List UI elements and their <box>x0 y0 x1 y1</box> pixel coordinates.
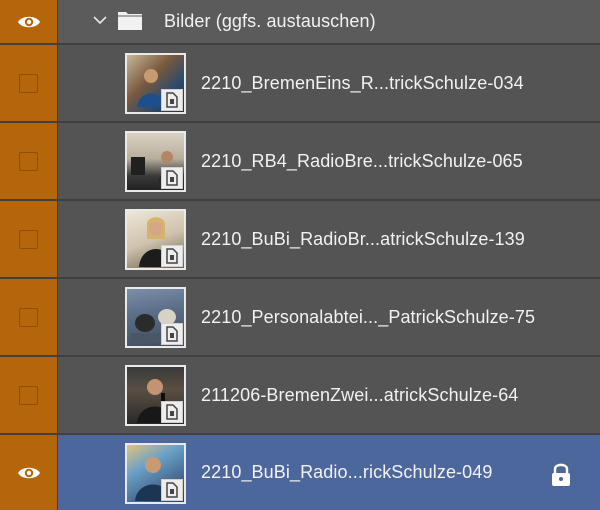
layer-name: 211206-BremenZwei...atrickSchulze-64 <box>201 384 519 405</box>
visibility-box-empty <box>19 307 38 327</box>
layer-row[interactable]: 211206-BremenZwei...atrickSchulze-64 <box>0 357 600 435</box>
visibility-box-empty <box>19 229 38 249</box>
layer-row[interactable]: 2210_BuBi_RadioBr...atrickSchulze-139 <box>0 201 600 279</box>
smart-object-icon <box>161 323 183 345</box>
lock-icon[interactable] <box>549 462 573 488</box>
layer-row[interactable]: 2210_Personalabtei..._PatrickSchulze-75 <box>0 279 600 357</box>
layer-row[interactable]: 2210_RB4_RadioBre...trickSchulze-065 <box>0 123 600 201</box>
layer-name: 2210_BuBi_RadioBr...atrickSchulze-139 <box>201 228 525 249</box>
layer-visibility-toggle[interactable] <box>0 123 58 199</box>
layer-visibility-toggle[interactable] <box>0 435 58 510</box>
smart-object-icon <box>161 245 183 267</box>
visibility-box-empty <box>19 151 38 171</box>
visibility-box-empty <box>19 385 38 405</box>
layer-thumbnail <box>125 365 186 426</box>
smart-object-icon <box>161 167 183 189</box>
layers-panel: Bilder (ggfs. austauschen) 2210_BremenEi… <box>0 0 600 510</box>
group-name: Bilder (ggfs. austauschen) <box>164 11 376 31</box>
layer-visibility-toggle[interactable] <box>0 45 58 121</box>
layer-visibility-toggle[interactable] <box>0 357 58 433</box>
layer-name: 2210_BremenEins_R...trickSchulze-034 <box>201 72 524 93</box>
chevron-down-icon[interactable] <box>92 12 108 28</box>
layer-row[interactable]: 2210_BremenEins_R...trickSchulze-034 <box>0 45 600 123</box>
layer-name: 2210_RB4_RadioBre...trickSchulze-065 <box>201 150 523 171</box>
eye-icon <box>17 467 40 478</box>
layer-name: 2210_BuBi_Radio...rickSchulze-049 <box>201 462 493 482</box>
smart-object-icon <box>161 479 183 501</box>
layer-thumbnail <box>125 131 186 192</box>
layer-name: 2210_Personalabtei..._PatrickSchulze-75 <box>201 306 536 327</box>
layer-group-row[interactable]: Bilder (ggfs. austauschen) <box>0 0 600 45</box>
visibility-box-empty <box>19 73 38 93</box>
layer-thumbnail <box>125 53 186 114</box>
layer-visibility-toggle[interactable] <box>0 201 58 277</box>
folder-icon <box>118 12 142 30</box>
group-visibility-toggle[interactable] <box>0 0 58 43</box>
layer-visibility-toggle[interactable] <box>0 279 58 355</box>
layer-thumbnail <box>125 443 186 504</box>
layer-row-selected[interactable]: 2210_BuBi_Radio...rickSchulze-049 <box>0 435 600 510</box>
smart-object-icon <box>161 401 183 423</box>
eye-icon <box>17 16 40 27</box>
smart-object-icon <box>161 89 183 111</box>
layer-thumbnail <box>125 209 186 270</box>
layer-thumbnail <box>125 287 186 348</box>
